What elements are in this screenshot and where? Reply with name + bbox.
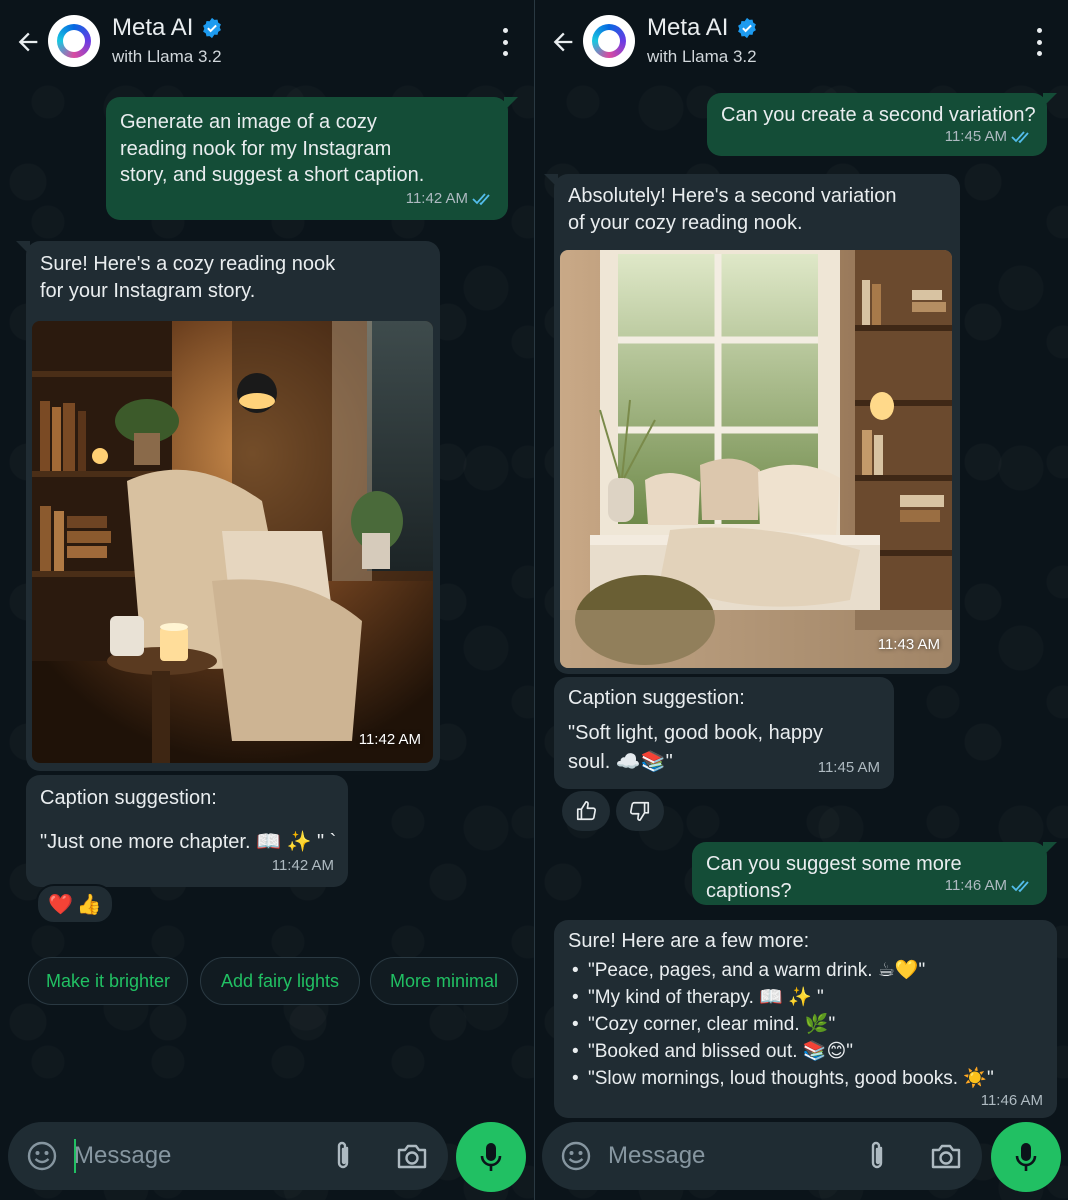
message-text-line: Sure! Here's a cozy reading nook bbox=[40, 253, 336, 275]
caption-list-item: "Slow mornings, loud thoughts, good book… bbox=[568, 1065, 994, 1092]
contact-name: Meta AI bbox=[112, 14, 194, 41]
kebab-menu-icon[interactable] bbox=[500, 28, 510, 56]
caption-list-item: "Booked and blissed out. 📚😊" bbox=[568, 1038, 994, 1065]
incoming-message[interactable]: Caption suggestion: "Just one more chapt… bbox=[26, 775, 348, 887]
meta-ai-avatar[interactable] bbox=[583, 15, 635, 67]
emoji-icon[interactable] bbox=[560, 1140, 592, 1172]
contact-title[interactable]: Meta AI bbox=[647, 14, 758, 42]
generated-image[interactable]: 11:42 AM bbox=[32, 321, 433, 763]
microphone-button[interactable] bbox=[991, 1122, 1061, 1192]
message-meta: 11:46 AM bbox=[945, 873, 1033, 900]
suggestion-chip[interactable]: Add fairy lights bbox=[200, 957, 360, 1005]
heart-reaction: ❤️ bbox=[48, 893, 73, 916]
double-check-icon bbox=[472, 193, 490, 206]
thumbs-down-icon bbox=[630, 801, 650, 821]
microphone-icon bbox=[1015, 1143, 1037, 1171]
chip-label: More minimal bbox=[389, 970, 499, 991]
suggestion-chip[interactable]: Make it brighter bbox=[28, 957, 188, 1005]
caption-text-line: "Soft light, good book, happy bbox=[568, 722, 824, 744]
like-button[interactable] bbox=[562, 791, 610, 831]
reading-nook-image bbox=[560, 250, 952, 668]
incoming-message[interactable]: Sure! Here are a few more: "Peace, pages… bbox=[554, 920, 1057, 1118]
chat-header: Meta AI with Llama 3.2 bbox=[0, 0, 534, 84]
caption-list-item: "My kind of therapy. 📖 ✨ " bbox=[568, 984, 994, 1011]
incoming-message[interactable]: Absolutely! Here's a second variation of… bbox=[544, 174, 960, 674]
arrow-left-icon[interactable] bbox=[14, 28, 42, 56]
contact-title[interactable]: Meta AI bbox=[112, 14, 223, 42]
message-time: 11:42 AM bbox=[271, 856, 334, 874]
paperclip-icon[interactable] bbox=[864, 1140, 890, 1172]
caption-title: Caption suggestion: bbox=[40, 787, 217, 809]
caption-text-line: soul. ☁️📚" bbox=[568, 751, 673, 773]
contact-name: Meta AI bbox=[647, 14, 729, 41]
chip-label: Add fairy lights bbox=[220, 970, 340, 991]
verified-badge-icon bbox=[203, 17, 222, 39]
message-reactions[interactable]: ❤️ 👍 bbox=[36, 884, 114, 924]
emoji-icon[interactable] bbox=[26, 1140, 58, 1172]
meta-ai-avatar[interactable] bbox=[48, 15, 100, 67]
caption-list: "Peace, pages, and a warm drink. ☕💛" "My… bbox=[568, 957, 994, 1092]
microphone-icon bbox=[480, 1143, 502, 1171]
generated-image[interactable]: 11:43 AM bbox=[560, 250, 952, 668]
caption-list-item: "Peace, pages, and a warm drink. ☕💛" bbox=[568, 957, 994, 984]
contact-subtitle: with Llama 3.2 bbox=[112, 47, 222, 66]
image-time: 11:43 AM bbox=[877, 635, 940, 653]
verified-badge-icon bbox=[738, 17, 757, 39]
reading-nook-image bbox=[32, 321, 433, 763]
paperclip-icon[interactable] bbox=[330, 1140, 356, 1172]
message-input[interactable]: Message bbox=[608, 1142, 705, 1170]
thumbs-up-icon bbox=[576, 801, 596, 821]
incoming-message[interactable]: Sure! Here's a cozy reading nook for you… bbox=[16, 241, 440, 771]
message-text-line: for your Instagram story. bbox=[40, 279, 256, 302]
message-meta: 11:45 AM bbox=[945, 124, 1033, 151]
outgoing-message[interactable]: Can you create a second variation? 11:45… bbox=[707, 93, 1057, 156]
image-time: 11:42 AM bbox=[358, 730, 421, 748]
caption-list-item: "Cozy corner, clear mind. 🌿" bbox=[568, 1011, 994, 1038]
microphone-button[interactable] bbox=[456, 1122, 526, 1192]
chip-label: Make it brighter bbox=[45, 970, 171, 991]
camera-icon[interactable] bbox=[395, 1141, 429, 1171]
message-meta: 11:42 AM bbox=[272, 853, 334, 880]
message-intro: Sure! Here are a few more: bbox=[568, 930, 810, 952]
camera-icon[interactable] bbox=[929, 1141, 963, 1171]
message-input-bar[interactable]: Message bbox=[542, 1122, 982, 1190]
message-time: 11:46 AM bbox=[980, 1091, 1043, 1109]
message-text-line: story, and suggest a short caption. bbox=[120, 164, 425, 186]
message-time: 11:46 AM bbox=[944, 876, 1007, 894]
message-time: 11:42 AM bbox=[405, 189, 468, 207]
kebab-menu-icon[interactable] bbox=[1034, 28, 1044, 56]
message-input[interactable]: Message bbox=[74, 1142, 171, 1170]
message-text-line: reading nook for my Instagram bbox=[120, 137, 392, 160]
message-meta: 11:45 AM bbox=[818, 755, 880, 782]
left-chat-screen: Meta AI with Llama 3.2 Generate an image… bbox=[0, 0, 534, 1200]
message-meta: 11:46 AM bbox=[981, 1088, 1043, 1115]
double-check-icon bbox=[1011, 131, 1029, 144]
suggestion-chip[interactable]: More minimal bbox=[370, 957, 518, 1005]
outgoing-message[interactable]: Can you suggest some more captions? 11:4… bbox=[692, 842, 1057, 905]
arrow-left-icon[interactable] bbox=[549, 28, 577, 56]
caption-title: Caption suggestion: bbox=[568, 687, 745, 709]
message-text-line: Absolutely! Here's a second variation bbox=[568, 185, 897, 207]
message-input-bar[interactable]: Message bbox=[8, 1122, 448, 1190]
thumbs-up-reaction: 👍 bbox=[76, 893, 102, 916]
incoming-message[interactable]: Caption suggestion: "Soft light, good bo… bbox=[554, 677, 894, 789]
message-time: 11:45 AM bbox=[817, 758, 880, 776]
dislike-button[interactable] bbox=[616, 791, 664, 831]
message-time: 11:45 AM bbox=[944, 127, 1007, 145]
message-text-line: of your cozy reading nook. bbox=[568, 211, 803, 234]
outgoing-message[interactable]: Generate an image of a cozy reading nook… bbox=[106, 97, 518, 220]
double-check-icon bbox=[1011, 880, 1029, 893]
right-chat-screen: Meta AI with Llama 3.2 Can you create a … bbox=[535, 0, 1068, 1200]
message-text-line: Generate an image of a cozy bbox=[120, 111, 377, 133]
chat-header: Meta AI with Llama 3.2 bbox=[535, 0, 1068, 84]
message-meta: 11:42 AM bbox=[406, 186, 494, 213]
contact-subtitle: with Llama 3.2 bbox=[647, 47, 757, 66]
